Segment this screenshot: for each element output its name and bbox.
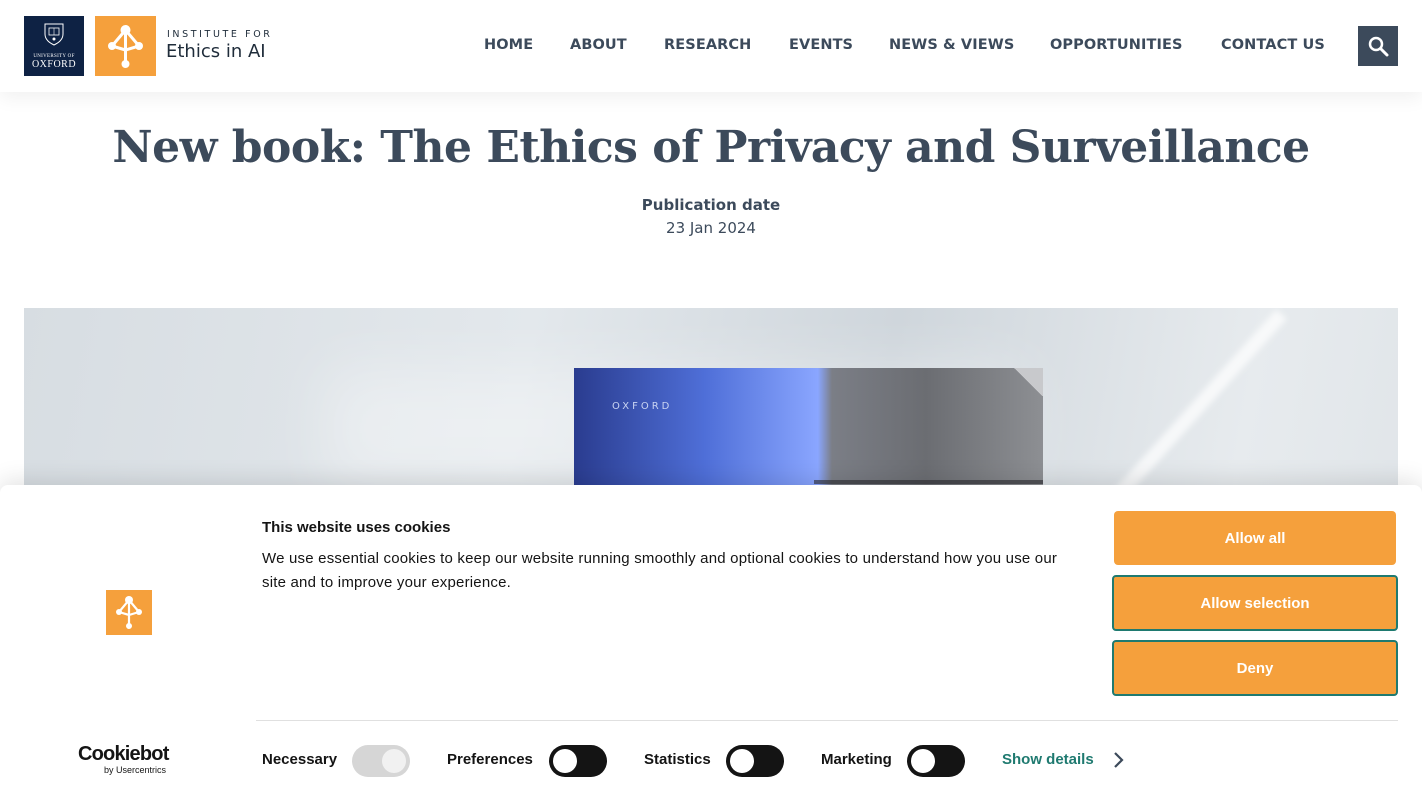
oxford-university-logo[interactable]: UNIVERSITY OF OXFORD [24,16,84,76]
deny-button[interactable]: Deny [1112,640,1398,696]
nav-contact-us[interactable]: CONTACT US [1221,37,1325,53]
cookiebot-sub: by Usercentrics [104,765,167,775]
publication-date-label: Publication date [641,196,781,214]
allow-all-button[interactable]: Allow all [1114,511,1396,565]
search-button[interactable] [1358,26,1398,66]
nav-about[interactable]: ABOUT [570,37,627,53]
marketing-label: Marketing [821,751,892,768]
book-corner-fold [1013,368,1043,396]
chevron-right-icon[interactable] [1112,751,1126,769]
book-publisher-text: OXFORD [612,401,673,412]
preferences-label: Preferences [447,751,533,768]
network-tree-icon [116,596,142,629]
cookie-banner-logo [106,590,152,635]
nav-news-views[interactable]: NEWS & VIEWS [889,37,1014,53]
page-title: New book: The Ethics of Privacy and Surv… [112,122,1310,173]
cookie-banner-text: We use essential cookies to keep our web… [262,550,1058,591]
cookiebot-name: Cookiebot [78,743,169,765]
book-edge [814,480,1043,484]
search-icon [1368,36,1389,57]
oxford-crest-icon [44,23,64,46]
toggle-knob [382,749,406,773]
cookie-banner-title: This website uses cookies [262,519,451,536]
publication-date: 23 Jan 2024 [666,219,756,237]
institute-line1: INSTITUTE FOR [167,29,273,40]
statistics-label: Statistics [644,751,711,768]
nav-home[interactable]: HOME [484,37,533,53]
necessary-toggle [352,745,410,777]
necessary-label: Necessary [262,751,338,768]
cookie-banner: This website uses cookies We use essenti… [0,485,1422,800]
nav-events[interactable]: EVENTS [789,37,853,53]
oxford-logo-text: OXFORD [31,59,77,70]
statistics-toggle[interactable] [726,745,784,777]
allow-selection-button[interactable]: Allow selection [1112,575,1398,631]
toggle-knob [553,749,577,773]
marketing-toggle[interactable] [907,745,965,777]
network-tree-icon [108,25,143,68]
toggle-knob [911,749,935,773]
nav-research[interactable]: RESEARCH [664,37,751,53]
cookie-banner-divider [256,720,1398,721]
site-header: UNIVERSITY OF OXFORD INSTITUTE FOR Ethic… [0,0,1422,92]
institute-logo[interactable] [95,16,156,76]
preferences-toggle[interactable] [549,745,607,777]
cookiebot-logo[interactable]: Cookiebot by Usercentrics [78,744,182,775]
show-details-link[interactable]: Show details [1002,751,1094,768]
institute-line2: Ethics in AI [166,41,266,62]
toggle-knob [730,749,754,773]
nav-opportunities[interactable]: OPPORTUNITIES [1050,37,1183,53]
